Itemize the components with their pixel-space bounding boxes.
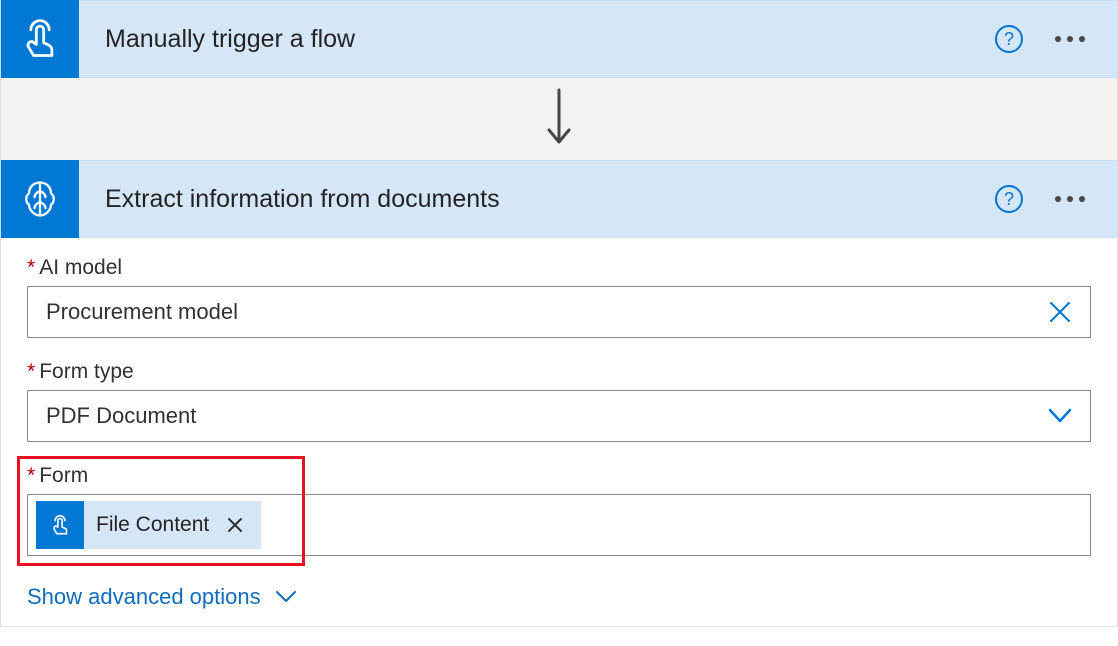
file-content-token[interactable]: File Content <box>36 501 261 549</box>
show-advanced-options-link[interactable]: Show advanced options <box>27 584 297 610</box>
field-ai-model: *AI model Procurement model <box>27 256 1091 338</box>
required-asterisk: * <box>27 256 35 279</box>
form-label-text: Form <box>39 464 88 487</box>
arrow-down-icon <box>545 88 573 151</box>
required-asterisk: * <box>27 360 35 383</box>
field-form-type: *Form type PDF Document <box>27 360 1091 442</box>
action-help-button[interactable]: ? <box>991 181 1027 217</box>
flow-connector <box>0 78 1118 160</box>
action-icon <box>1 160 79 238</box>
trigger-title: Manually trigger a flow <box>105 25 991 54</box>
help-icon: ? <box>995 185 1023 213</box>
touch-icon <box>47 512 73 538</box>
touch-icon <box>18 17 62 61</box>
action-title: Extract information from documents <box>105 185 991 214</box>
ai-model-label-text: AI model <box>39 256 122 279</box>
chevron-down-icon <box>275 590 297 604</box>
ai-model-input[interactable]: Procurement model <box>27 286 1091 338</box>
form-input[interactable]: File Content <box>27 494 1091 556</box>
token-label: File Content <box>96 513 209 537</box>
ai-model-label: *AI model <box>27 256 1091 280</box>
trigger-icon <box>1 0 79 78</box>
advanced-options-text: Show advanced options <box>27 584 261 610</box>
form-type-label: *Form type <box>27 360 1091 384</box>
trigger-help-button[interactable]: ? <box>991 21 1027 57</box>
trigger-more-button[interactable] <box>1051 32 1089 46</box>
more-icon <box>1055 196 1085 202</box>
chevron-down-icon <box>1048 408 1072 424</box>
form-type-label-text: Form type <box>39 360 134 383</box>
form-type-select[interactable]: PDF Document <box>27 390 1091 442</box>
trigger-header-actions: ? <box>991 21 1117 57</box>
close-icon <box>227 517 243 533</box>
ai-model-clear-button[interactable] <box>1042 294 1078 330</box>
token-remove-button[interactable] <box>221 511 249 539</box>
field-form: *Form File Content <box>27 464 1091 556</box>
required-asterisk: * <box>27 464 35 487</box>
help-icon: ? <box>995 25 1023 53</box>
more-icon <box>1055 36 1085 42</box>
action-form-body: *AI model Procurement model *Form type P… <box>0 238 1118 627</box>
action-card-header[interactable]: Extract information from documents ? <box>0 160 1118 238</box>
token-source-icon <box>36 501 84 549</box>
form-type-value: PDF Document <box>46 403 1042 429</box>
trigger-card-header[interactable]: Manually trigger a flow ? <box>0 0 1118 78</box>
form-type-dropdown-button[interactable] <box>1042 402 1078 430</box>
close-icon <box>1048 300 1072 324</box>
action-more-button[interactable] <box>1051 192 1089 206</box>
ai-model-value: Procurement model <box>46 299 1042 325</box>
form-label: *Form <box>27 464 1091 488</box>
brain-icon <box>18 177 62 221</box>
action-header-actions: ? <box>991 181 1117 217</box>
